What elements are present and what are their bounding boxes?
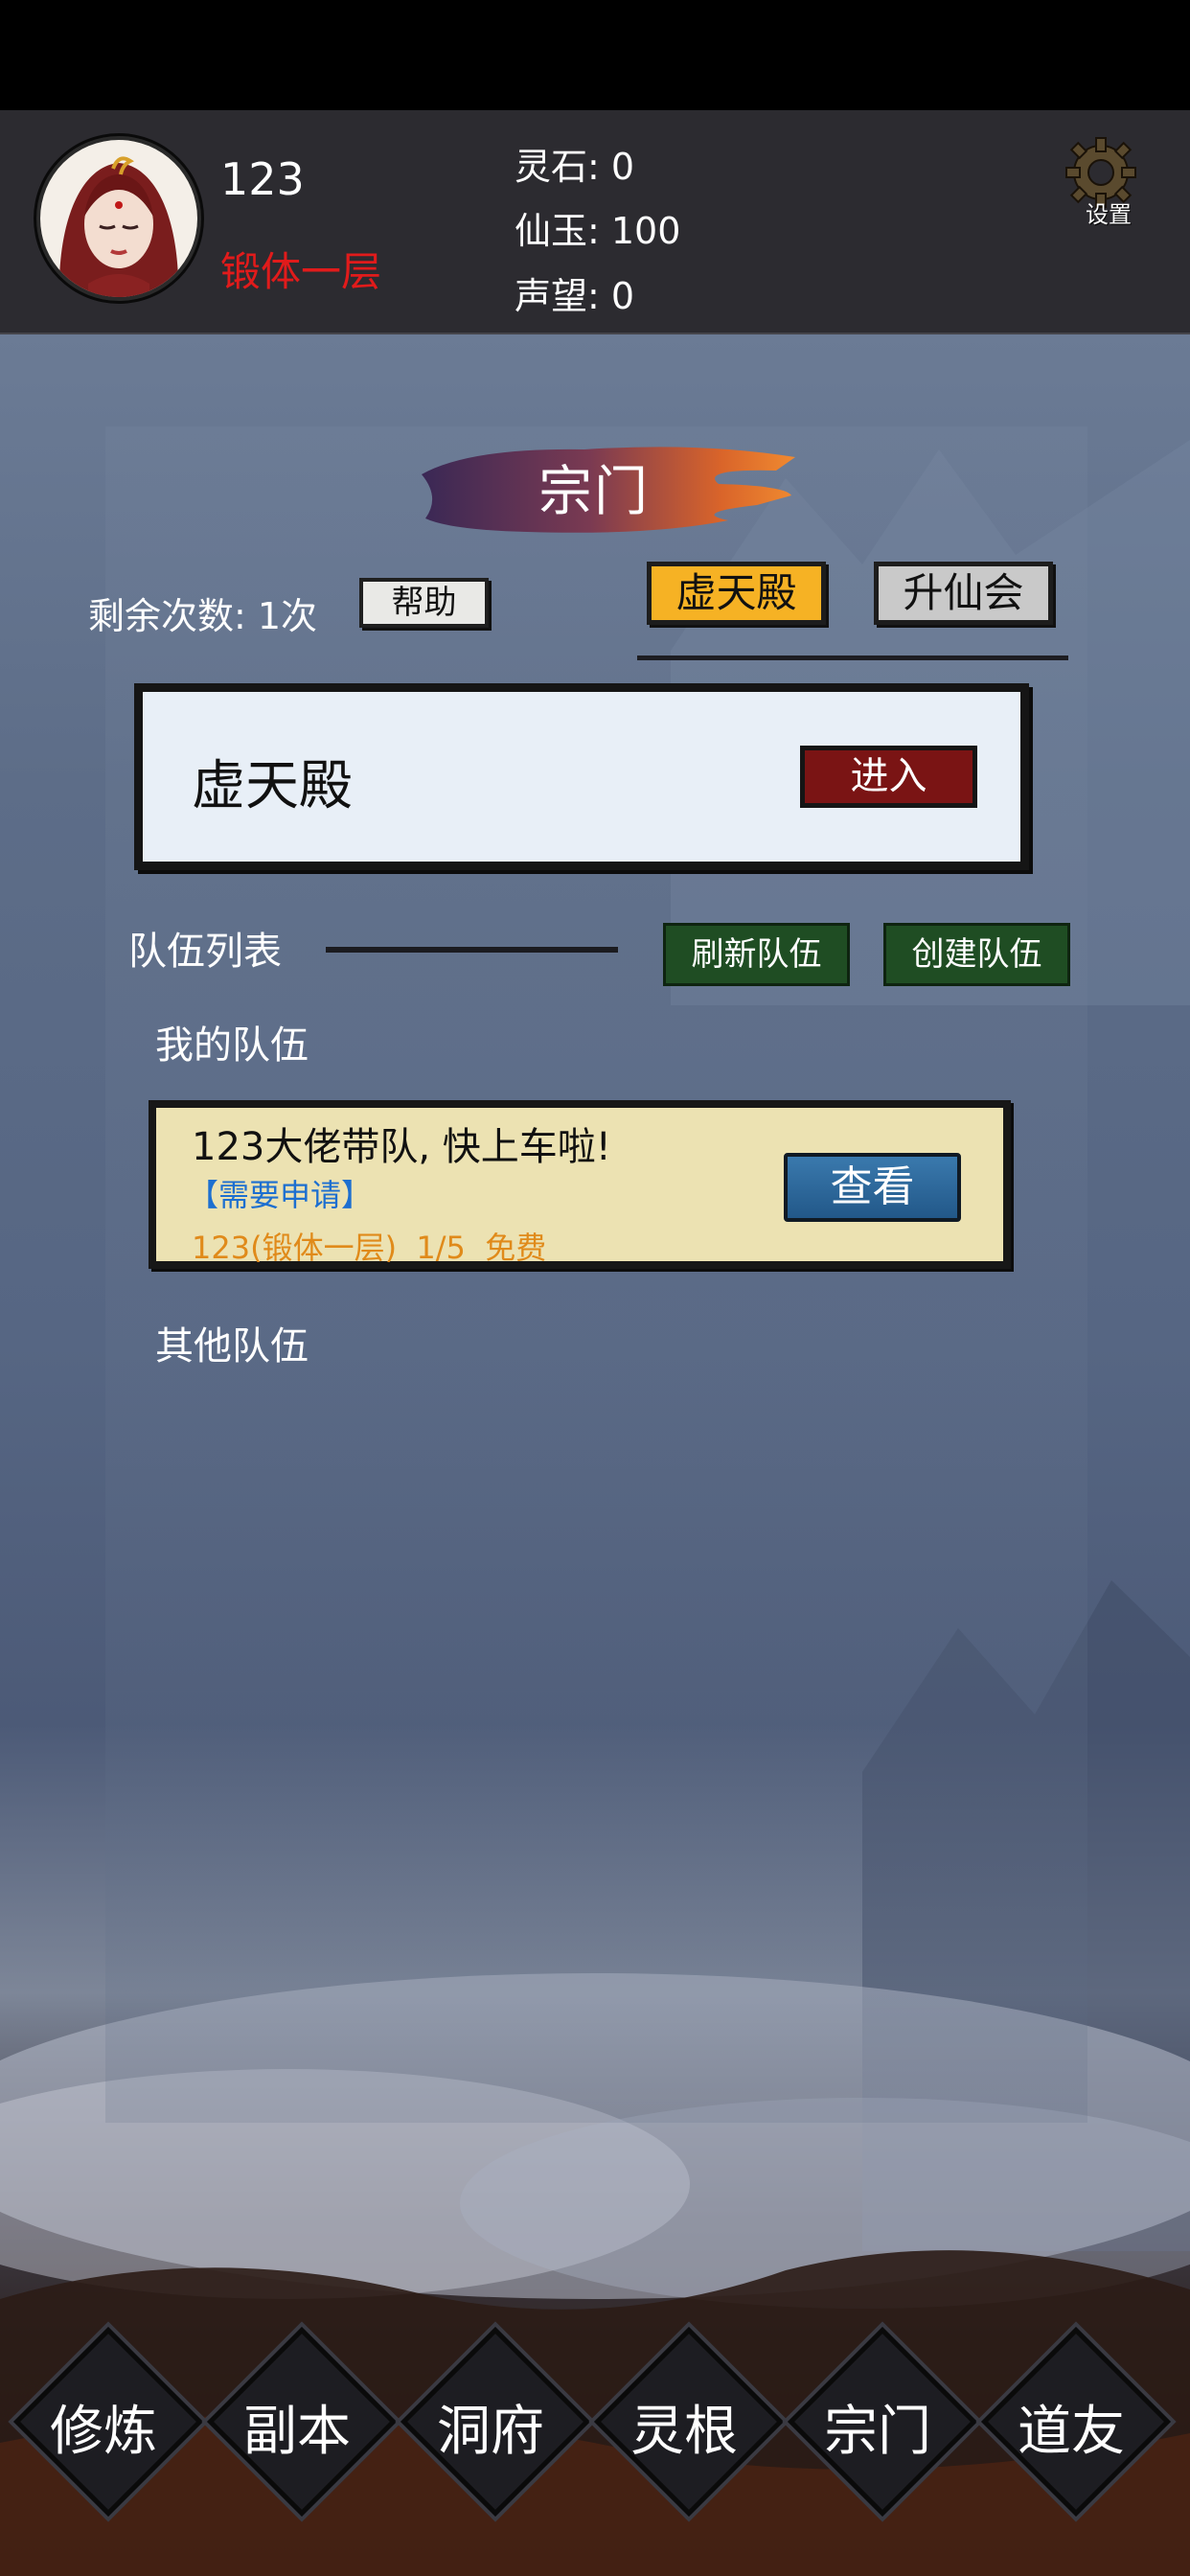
nav-cave[interactable]: 洞府 — [400, 2327, 590, 2517]
settings-button[interactable]: 设置 — [1059, 132, 1145, 228]
team-info: 123(锻体一层) 1/5 免费 — [192, 1230, 547, 1266]
remaining-count: 剩余次数: 1次 — [88, 595, 318, 637]
nav-friends[interactable]: 道友 — [981, 2327, 1171, 2517]
spirit-stone-count: 灵石: 0 — [515, 146, 635, 188]
enter-button[interactable]: 进入 — [800, 746, 977, 808]
nav-label: 洞府 — [437, 2401, 544, 2463]
tab-underline — [637, 656, 1068, 660]
view-team-button[interactable]: 查看 — [784, 1153, 961, 1222]
nav-spirit-root[interactable]: 灵根 — [594, 2327, 784, 2517]
page-title: 宗门 — [538, 461, 650, 523]
tab-xutian-hall[interactable]: 虚天殿 — [647, 562, 826, 625]
jade-count: 仙玉: 100 — [515, 210, 681, 252]
team-list-heading: 队伍列表 — [128, 930, 282, 974]
status-bar — [0, 0, 1190, 110]
nav-cultivate[interactable]: 修炼 — [13, 2327, 203, 2517]
nav-label: 修炼 — [50, 2401, 157, 2463]
nav-dungeon[interactable]: 副本 — [207, 2327, 397, 2517]
refresh-teams-button[interactable]: 刷新队伍 — [663, 923, 850, 986]
reputation-count: 声望: 0 — [515, 275, 635, 317]
content-panel — [105, 426, 1087, 2123]
nav-label: 副本 — [243, 2401, 351, 2463]
team-title: 123大佬带队, 快上车啦! — [192, 1125, 611, 1169]
nav-label: 灵根 — [630, 2401, 738, 2463]
avatar-portrait — [40, 140, 197, 297]
player-realm: 锻体一层 — [220, 248, 382, 295]
settings-label: 设置 — [1086, 201, 1132, 228]
tab-ascension-meet[interactable]: 升仙会 — [874, 562, 1053, 625]
my-team-heading: 我的队伍 — [155, 1024, 309, 1068]
nav-label: 道友 — [1018, 2401, 1125, 2463]
help-button[interactable]: 帮助 — [359, 578, 489, 628]
team-list-divider — [326, 947, 618, 953]
apply-required-tag: 【需要申请】 — [188, 1177, 373, 1213]
player-avatar[interactable] — [36, 136, 201, 301]
dungeon-name: 虚天殿 — [192, 755, 353, 817]
create-team-button[interactable]: 创建队伍 — [883, 923, 1070, 986]
player-name: 123 — [220, 153, 305, 205]
nav-label: 宗门 — [824, 2401, 931, 2463]
other-teams-heading: 其他队伍 — [155, 1324, 309, 1368]
nav-sect[interactable]: 宗门 — [788, 2327, 977, 2517]
